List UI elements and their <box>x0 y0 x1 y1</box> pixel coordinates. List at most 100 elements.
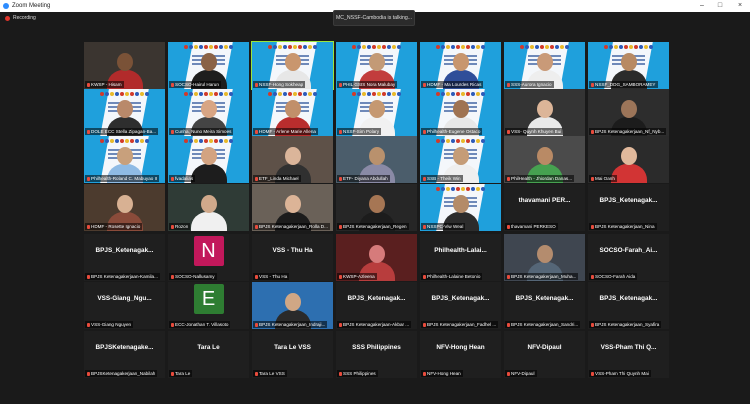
participant-name-text: VSS- Quynh Khuyen Bui <box>511 129 562 134</box>
participant-name-text: thavamani PERKESO <box>511 224 556 229</box>
participant-name-label: NSSF_DDG_SAMBORAMEY <box>589 81 658 88</box>
participant-name-text: Cunha, Nuno Meira Simoes <box>175 129 232 134</box>
mic-muted-icon <box>255 274 258 279</box>
participant-tile[interactable]: fvadalias <box>168 136 249 183</box>
participant-name-text: BPJS Ketenagakerjaan_Muha... <box>511 274 577 279</box>
participant-name-text: DOLE ECC Stella Zipagan-Ba... <box>91 129 157 134</box>
participant-name-label: SSB - Theik Win <box>421 175 463 182</box>
participant-name-label: NSSF-Hong Sokheap <box>253 81 306 88</box>
participant-tile[interactable]: NFV-Hong Hean NFV-Hong Hean <box>420 331 501 378</box>
participant-name-text: Philhealth-Eugene Ostaco <box>427 129 481 134</box>
participant-name-label: SOCSO-Hairul Harun <box>169 81 221 88</box>
participant-name-label: VSS - Thu Ha <box>253 273 290 280</box>
participant-name-text: Philhealth-Lalaine Betonio <box>427 274 481 279</box>
participant-tile[interactable]: BPJS Ketenagakerjaan_Rolla D... <box>252 184 333 231</box>
participant-name-text: SSS-Aurora Ignacio <box>511 82 552 87</box>
participant-name-label: SOCSO-Nallusamy <box>169 273 217 280</box>
mic-muted-icon <box>339 129 342 134</box>
participant-name-label: HDMF - Arlene Marie Allena <box>253 128 318 135</box>
participant-name-text: Mai Oanh <box>595 176 615 181</box>
participant-name-text: ETF_Linda Michael <box>259 176 299 181</box>
participant-tile[interactable]: ETF- Diyana Abdullah <box>336 136 417 183</box>
participant-tile[interactable]: SSS Philippines SSS Philippines <box>336 331 417 378</box>
participant-tile[interactable]: Cunha, Nuno Meira Simoes <box>168 89 249 136</box>
participant-tile[interactable]: BPJS_Ketenagak... BPJS Ketenagakerjaan_Fa… <box>420 282 501 329</box>
participant-tile[interactable]: Philhealth-Lalai... Philhealth-Lalaine Be… <box>420 234 501 281</box>
participant-tile[interactable]: BPJSKetenagake... BPJSKetenagakerjaan_Nab… <box>84 331 165 378</box>
participant-name-label: NSSF-Sim Polary <box>337 128 381 135</box>
participant-name-label: NFV-Hong Hean <box>421 370 463 377</box>
participant-tile[interactable]: NSSF-Hong Sokheap <box>251 41 334 90</box>
participant-tile[interactable]: NSSF_DDG_SAMBORAMEY <box>588 42 669 89</box>
mic-muted-icon <box>339 224 342 229</box>
participant-tile[interactable]: PHIL GSIS Nora Malubay <box>336 42 417 89</box>
participant-tile[interactable]: BPJS_Ketenagak... BPJS Ketenagakerjaan-Ka… <box>84 234 165 281</box>
mic-muted-icon <box>87 322 90 327</box>
participant-name-label: VSS-Giang Nguyen <box>85 321 134 328</box>
participant-tile[interactable]: VSS- Quynh Khuyen Bui <box>504 89 585 136</box>
participant-name-label: DOLE ECC Stella Zipagan-Ba... <box>85 128 159 135</box>
participant-name-text: ETF- Diyana Abdullah <box>343 176 388 181</box>
participant-display-name: VSS-Giang_Ngu... <box>97 295 152 302</box>
participant-tile[interactable]: SOCSO-Hairul Harun <box>168 42 249 89</box>
participant-tile[interactable]: NSSPC-Viw Weal <box>420 184 501 231</box>
mic-muted-icon <box>339 371 342 376</box>
participant-name-text: BPJS Ketenagakerjaan-Kamila... <box>91 274 158 279</box>
mic-muted-icon <box>507 274 510 279</box>
participant-tile[interactable]: BPJS_Ketenagak... BPJS Ketenagakerjaan-Ak… <box>336 282 417 329</box>
participant-tile[interactable]: E ECC-Jonathan T. Villasoto <box>168 282 249 329</box>
participant-tile[interactable]: BPJS Ketenagakerjaan_Regen <box>336 184 417 231</box>
participant-tile[interactable]: ETF_Linda Michael <box>252 136 333 183</box>
participant-name-text: BPJS Ketenagakerjaan-Akbar ... <box>343 322 410 327</box>
participant-tile[interactable]: HDMF - Rosette Ignacio <box>84 184 165 231</box>
participant-tile[interactable]: BPJS_Ketenagak... BPJS Ketenagakerjaan_Sy… <box>588 282 669 329</box>
participant-name-label: BPJS Ketenagakerjaan-Kamila... <box>85 273 160 280</box>
mic-muted-icon <box>507 322 510 327</box>
participant-tile[interactable]: VSS - Thu Ha VSS - Thu Ha <box>252 234 333 281</box>
participant-display-name: BPJS_Ketenagak... <box>431 295 490 302</box>
participant-tile[interactable]: BPJS Ketenagakerjaan_Nf_Nyb... <box>588 89 669 136</box>
participant-name-label: KWSP - Hisam <box>85 81 124 88</box>
participant-display-name: BPJS_Ketenagak... <box>599 197 658 204</box>
participant-tile[interactable]: NSSF-Sim Polary <box>336 89 417 136</box>
participant-tile[interactable]: BPJS Ketenagakerjaan_Muha... <box>504 234 585 281</box>
mic-muted-icon <box>171 176 174 181</box>
participant-tile[interactable]: KWSP - Hisam <box>84 42 165 89</box>
participant-tile[interactable]: HDMF - Ma Lourdes Ricas <box>420 42 501 89</box>
participant-tile[interactable]: KWSP-Azleena <box>336 234 417 281</box>
participant-tile[interactable]: SOCSO-Farah_Ai... SOCSO-Farah Aida <box>588 234 669 281</box>
participant-tile[interactable]: SSB - Theik Win <box>420 136 501 183</box>
participant-name-label: NSSPC-Viw Weal <box>421 223 466 230</box>
participant-display-name: BPJS_Ketenagak... <box>347 295 406 302</box>
participant-tile[interactable]: BPJS_Ketenagak... BPJS Ketenagakerjaan_Ni… <box>588 184 669 231</box>
participant-name-text: SOCSO-Nallusamy <box>175 274 215 279</box>
participant-display-name: BPJS_Ketenagak... <box>515 295 574 302</box>
participant-tile[interactable]: Mai Oanh <box>588 136 669 183</box>
participant-tile[interactable]: N SOCSO-Nallusamy <box>168 234 249 281</box>
participant-tile[interactable]: BPJS Ketenagakerjaan_Indraji... <box>252 282 333 329</box>
participant-tile[interactable]: VSS-Giang_Ngu... VSS-Giang Nguyen <box>84 282 165 329</box>
participant-display-name: BPJS_Ketenagak... <box>599 295 658 302</box>
participant-tile[interactable]: Philhealth-Roland C. Mabuyao II <box>84 136 165 183</box>
participant-tile[interactable]: VSS-Pham Thi Q... VSS-Pham Thi Quynh Mai <box>588 331 669 378</box>
participant-tile[interactable]: HDMF - Arlene Marie Allena <box>252 89 333 136</box>
mic-muted-icon <box>591 129 594 134</box>
participant-display-name: BPJS_Ketenagak... <box>95 247 154 254</box>
participant-name-text: NFV-Hong Hean <box>427 371 461 376</box>
participant-tile[interactable]: Tara Le VSS Tara Le VSS <box>252 331 333 378</box>
participant-tile[interactable]: thavamani PER... thavamani PERKESO <box>504 184 585 231</box>
participant-tile[interactable]: Philhealth-Eugene Ostaco <box>420 89 501 136</box>
participant-tile[interactable]: PhilHealth - Jhiordan Danas... <box>504 136 585 183</box>
mic-muted-icon <box>339 322 342 327</box>
participant-tile[interactable]: Rozon <box>168 184 249 231</box>
participant-tile[interactable]: SSS-Aurora Ignacio <box>504 42 585 89</box>
participant-tile[interactable]: BPJS_Ketenagak... BPJS Ketenagakerjaan_Sa… <box>504 282 585 329</box>
participant-name-label: BPJS Ketenagakerjaan_Fadhel ... <box>421 321 499 328</box>
mic-muted-icon <box>507 224 510 229</box>
participant-tile[interactable]: DOLE ECC Stella Zipagan-Ba... <box>84 89 165 136</box>
mic-muted-icon <box>423 322 426 327</box>
participant-display-name: VSS - Thu Ha <box>272 247 313 254</box>
participant-tile[interactable]: NFV-Dipaul NFV-Dipaul <box>504 331 585 378</box>
participant-tile[interactable]: Tara Le Tara Le <box>168 331 249 378</box>
mic-muted-icon <box>591 322 594 327</box>
